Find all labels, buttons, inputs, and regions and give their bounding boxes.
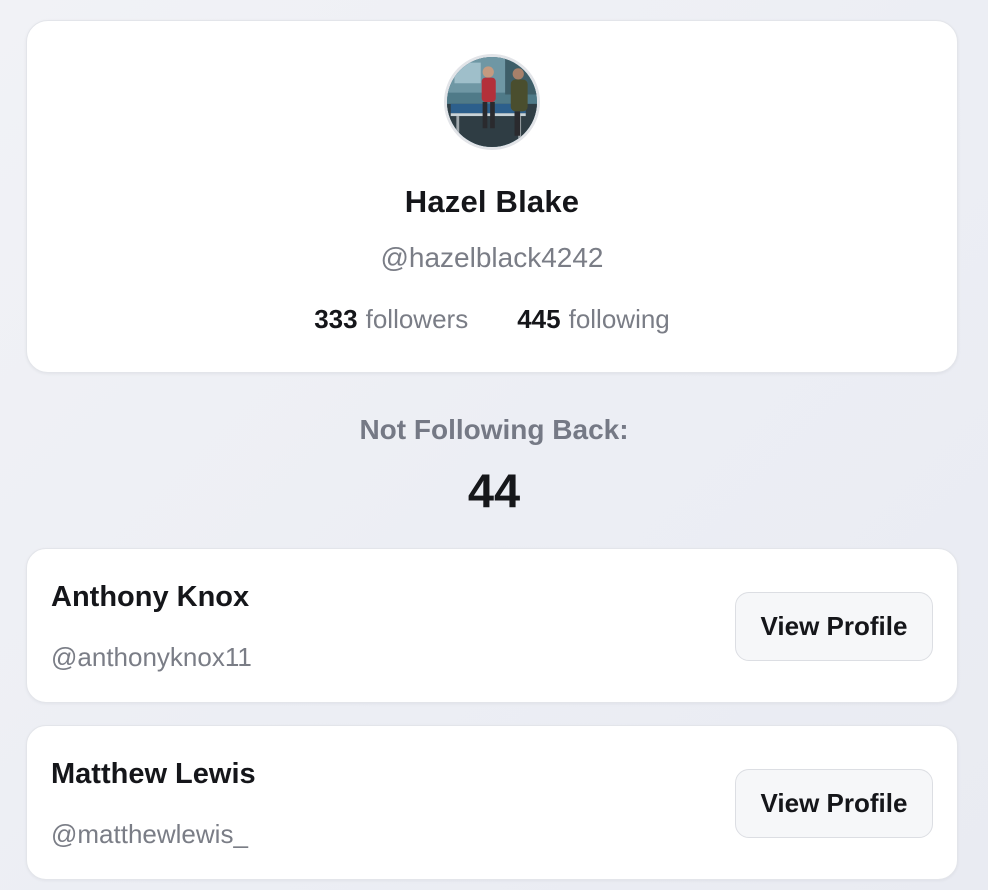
profile-stats: 333 followers 445 following bbox=[27, 304, 957, 335]
following-count: 445 bbox=[517, 304, 561, 334]
view-profile-button[interactable]: View Profile bbox=[735, 592, 933, 661]
following-stat: 445 following bbox=[517, 304, 670, 335]
user-handle: @matthewlewis_ bbox=[51, 819, 248, 849]
not-following-back-count: 44 bbox=[467, 464, 521, 517]
user-handle: @anthonyknox11 bbox=[51, 642, 252, 672]
profile-handle: @hazelblack4242 bbox=[380, 242, 604, 273]
avatar-photo-icon bbox=[447, 57, 537, 147]
following-label: following bbox=[568, 304, 670, 334]
user-card: Matthew Lewis @matthewlewis_ View Profil… bbox=[26, 725, 958, 880]
not-following-back-label: Not Following Back: bbox=[359, 414, 629, 445]
user-card: Anthony Knox @anthonyknox11 View Profile bbox=[26, 548, 958, 703]
followers-count: 333 bbox=[314, 304, 358, 334]
followers-label: followers bbox=[365, 304, 469, 334]
avatar bbox=[444, 54, 540, 150]
profile-name: Hazel Blake bbox=[404, 184, 580, 219]
view-profile-button[interactable]: View Profile bbox=[735, 769, 933, 838]
followers-stat: 333 followers bbox=[314, 304, 468, 335]
user-name: Anthony Knox bbox=[51, 581, 250, 613]
profile-card: Hazel Blake @hazelblack4242 333 followers… bbox=[26, 20, 958, 373]
user-name: Matthew Lewis bbox=[51, 758, 256, 790]
